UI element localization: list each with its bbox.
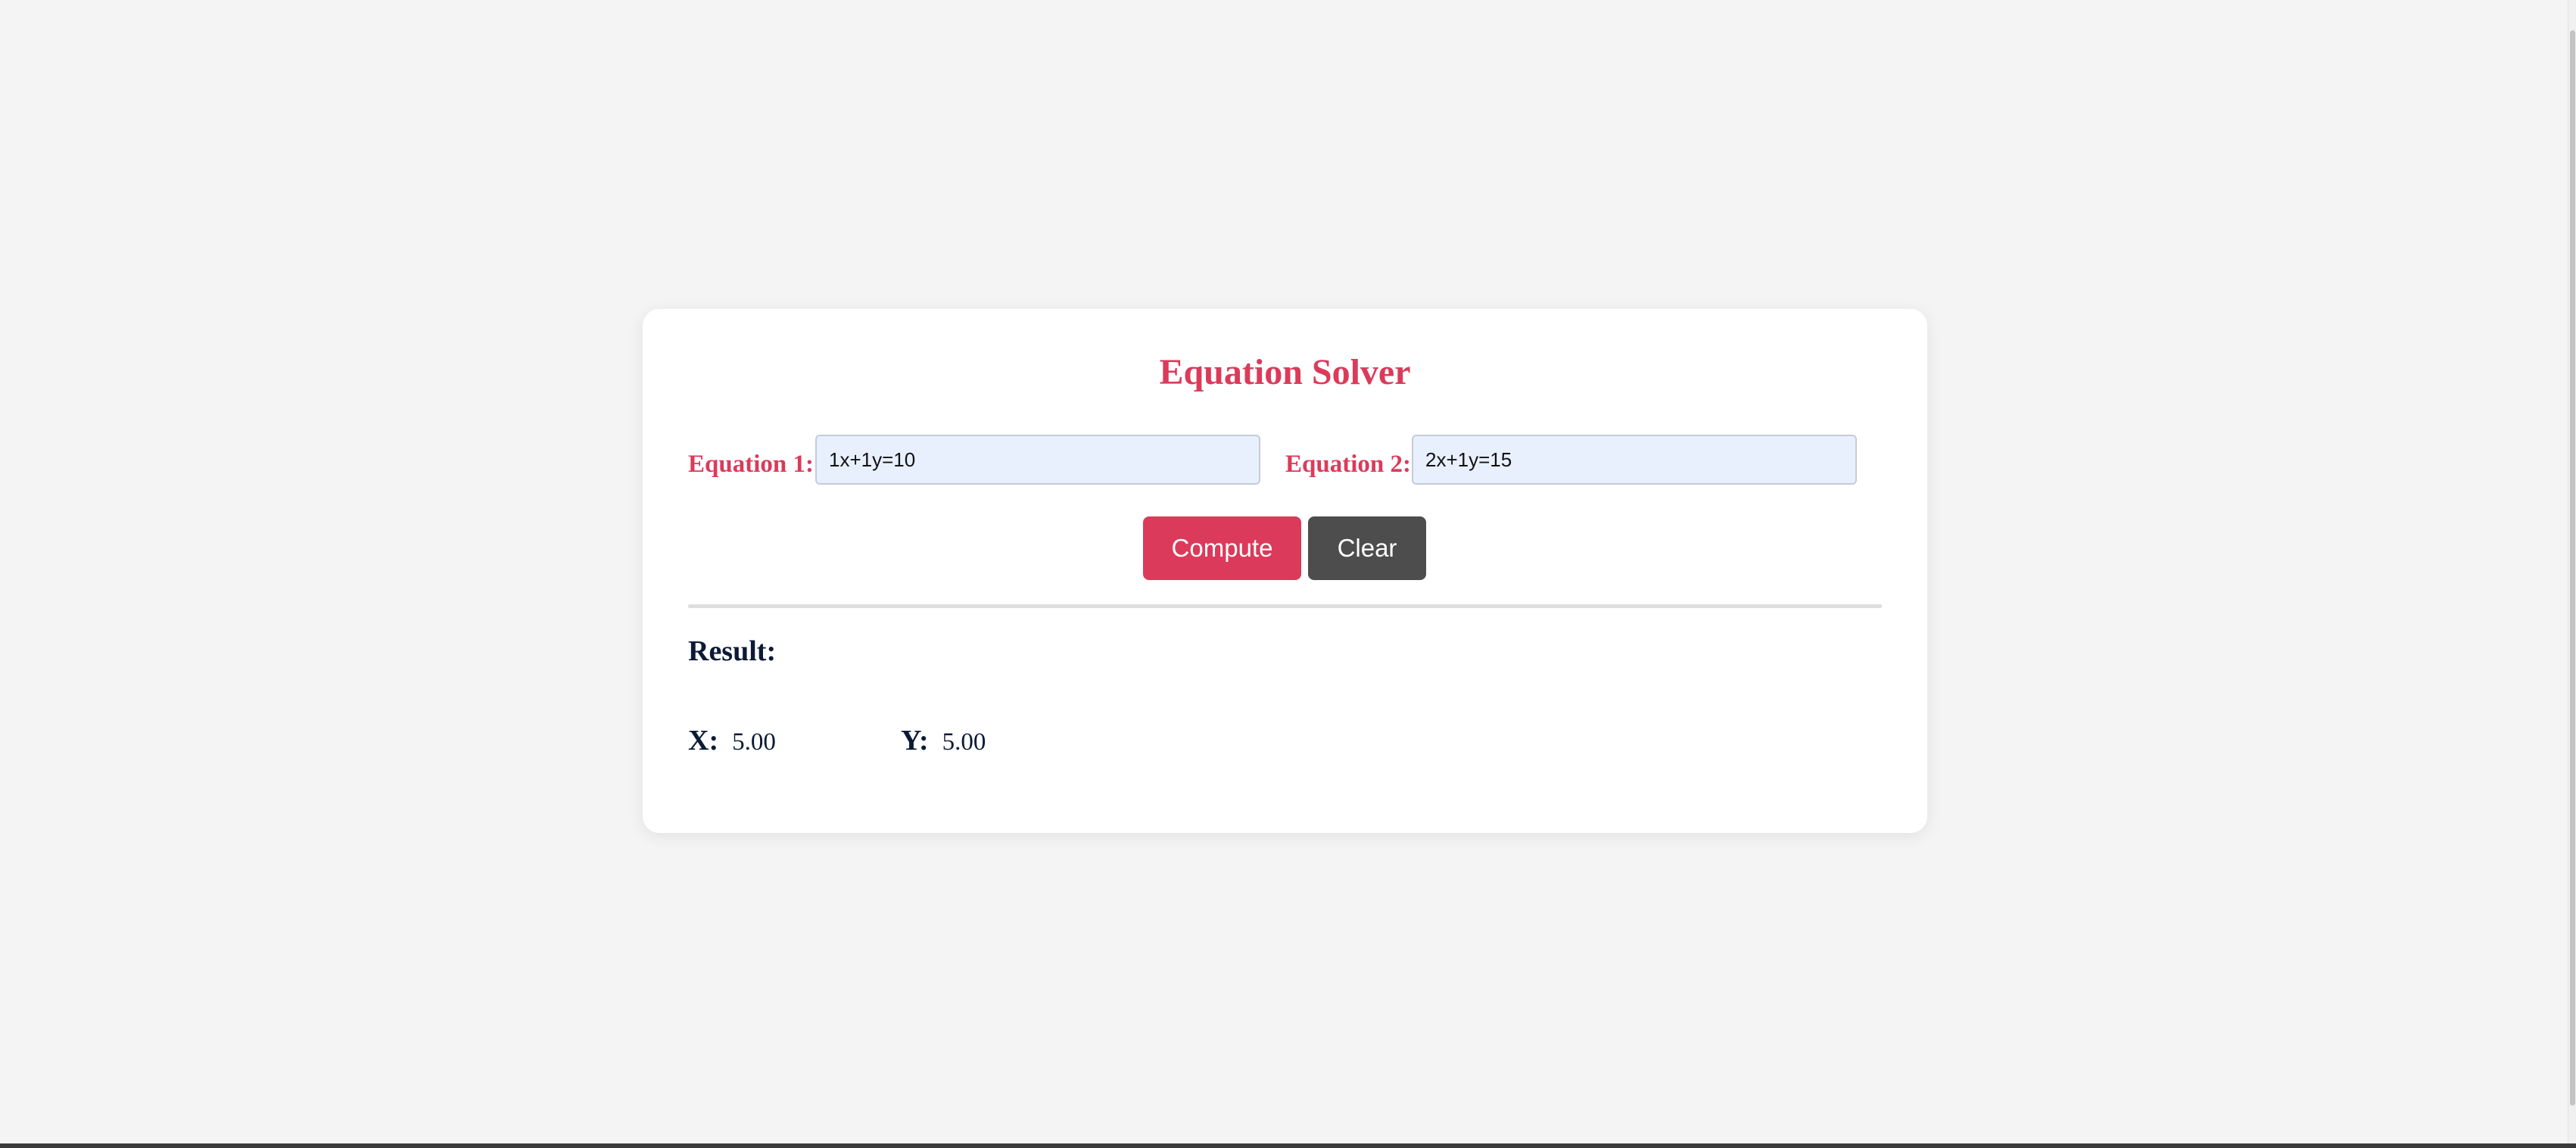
equation-1-input[interactable] bbox=[815, 435, 1260, 485]
equation-1-label: Equation 1: bbox=[688, 451, 814, 478]
result-y: Y: 5.00 bbox=[901, 725, 986, 757]
page-viewport: Equation Solver Equation 1: Equation 2: … bbox=[0, 0, 2576, 1148]
result-heading: Result: bbox=[688, 635, 777, 667]
result-y-label: Y: bbox=[901, 725, 929, 756]
result-x-label: X: bbox=[688, 725, 719, 756]
page-title: Equation Solver bbox=[1159, 352, 1411, 392]
solver-card: Equation Solver Equation 1: Equation 2: … bbox=[643, 309, 1927, 833]
equation-2-label: Equation 2: bbox=[1285, 451, 1411, 478]
scrollbar-thumb[interactable] bbox=[2570, 30, 2575, 1106]
clear-button[interactable]: Clear bbox=[1308, 516, 1426, 580]
vertical-scrollbar[interactable] bbox=[2568, 0, 2576, 1143]
result-y-value: 5.00 bbox=[942, 728, 986, 756]
window-bottom-edge bbox=[0, 1143, 2576, 1148]
result-x: X: 5.00 bbox=[688, 725, 776, 757]
result-x-value: 5.00 bbox=[732, 728, 776, 756]
section-divider bbox=[688, 604, 1882, 608]
compute-button[interactable]: Compute bbox=[1143, 516, 1301, 580]
equation-2-input[interactable] bbox=[1412, 435, 1857, 485]
